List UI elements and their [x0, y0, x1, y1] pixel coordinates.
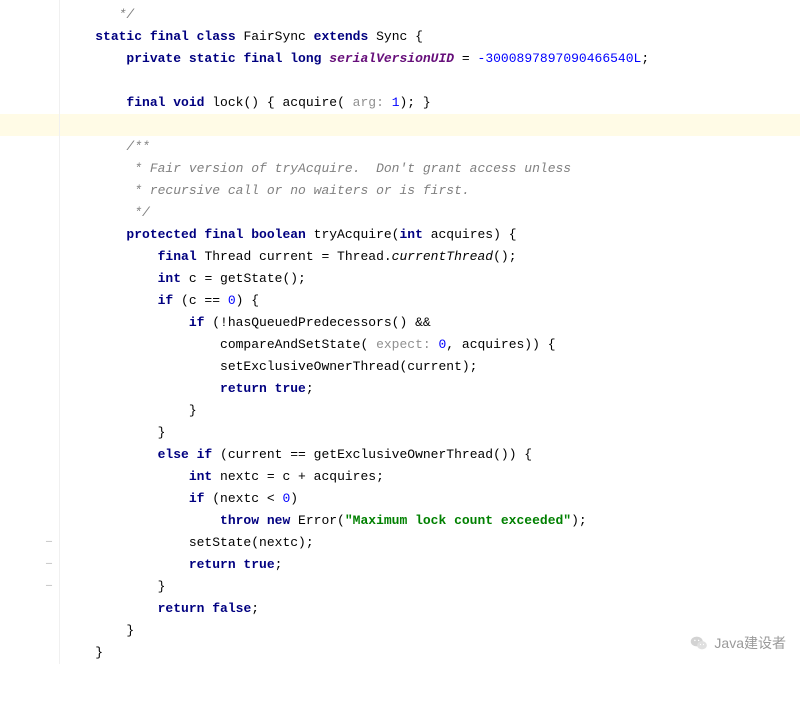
code-line: return false;	[0, 598, 800, 620]
gutter: — — —	[0, 0, 60, 664]
code-editor[interactable]: — — — */ static final class FairSync ext…	[0, 0, 800, 664]
code-line: if (!hasQueuedPredecessors() &&	[0, 312, 800, 334]
code-line: }	[0, 642, 800, 664]
code-line: if (c == 0) {	[0, 290, 800, 312]
fold-handle-icon[interactable]: —	[42, 576, 56, 598]
code-line: int c = getState();	[0, 268, 800, 290]
code-line: int nextc = c + acquires;	[0, 466, 800, 488]
code-line: return true;	[0, 554, 800, 576]
code-line: */	[0, 202, 800, 224]
code-line: protected final boolean tryAcquire(int a…	[0, 224, 800, 246]
watermark: Java建设者	[690, 632, 786, 654]
code-line: static final class FairSync extends Sync…	[0, 26, 800, 48]
fold-handle-icon[interactable]: —	[42, 554, 56, 576]
code-line: * Fair version of tryAcquire. Don't gran…	[0, 158, 800, 180]
code-line: final void lock() { acquire( arg: 1); }	[0, 92, 800, 114]
code-line: final Thread current = Thread.currentThr…	[0, 246, 800, 268]
code-line: setExclusiveOwnerThread(current);	[0, 356, 800, 378]
code-line: * recursive call or no waiters or is fir…	[0, 180, 800, 202]
fold-handle-icon[interactable]: —	[42, 532, 56, 554]
code-line: return true;	[0, 378, 800, 400]
code-line: }	[0, 576, 800, 598]
code-line: setState(nextc);	[0, 532, 800, 554]
watermark-text: Java建设者	[714, 632, 786, 654]
code-line: else if (current == getExclusiveOwnerThr…	[0, 444, 800, 466]
code-line: /**	[0, 136, 800, 158]
code-line-highlighted	[0, 114, 800, 136]
code-line: }	[0, 620, 800, 642]
code-line: */	[0, 4, 800, 26]
code-line: compareAndSetState( expect: 0, acquires)…	[0, 334, 800, 356]
code-line: private static final long serialVersionU…	[0, 48, 800, 70]
code-line	[0, 70, 800, 92]
code-line: throw new Error("Maximum lock count exce…	[0, 510, 800, 532]
code-line: }	[0, 422, 800, 444]
wechat-icon	[690, 634, 708, 652]
code-line: }	[0, 400, 800, 422]
code-line: if (nextc < 0)	[0, 488, 800, 510]
